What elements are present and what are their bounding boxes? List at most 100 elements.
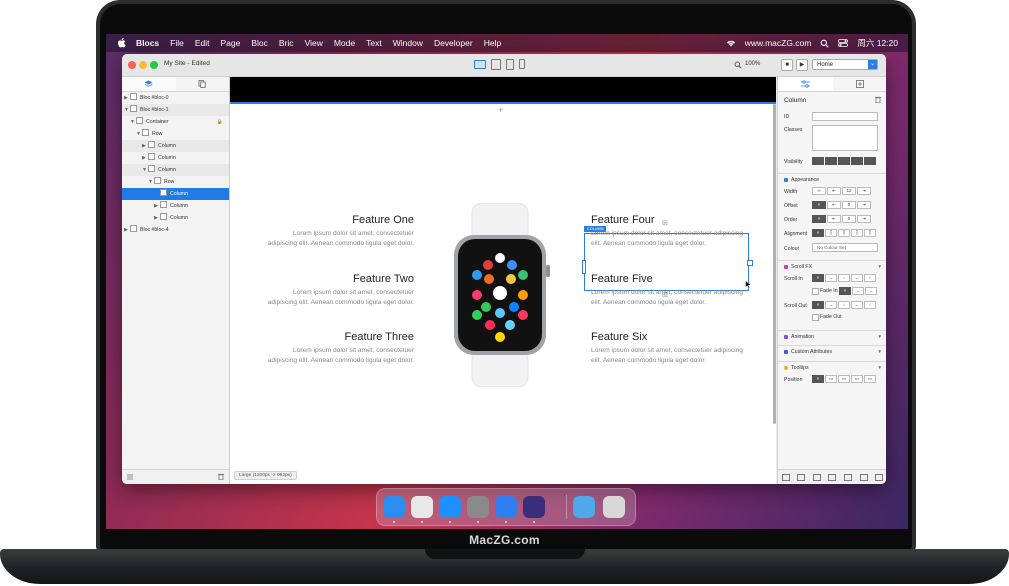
menu-file[interactable]: File [170, 38, 184, 48]
section-animation[interactable]: Animation ▼ [778, 330, 886, 343]
menu-developer[interactable]: Developer [434, 38, 473, 48]
minimize-button[interactable] [139, 61, 147, 69]
feature-two-text[interactable]: Lorem ipsum dolor sit amet, consectetuer… [262, 288, 414, 308]
launchpad-icon[interactable] [411, 496, 433, 518]
list-icon[interactable] [127, 474, 133, 480]
menu-bloc[interactable]: Bloc [251, 38, 268, 48]
layer-row[interactable]: ▶ Column [122, 152, 229, 164]
menubar-clock[interactable]: 周六 12:20 [857, 37, 898, 49]
wifi-icon[interactable] [726, 39, 736, 47]
safari-icon[interactable] [439, 496, 461, 518]
feature-two-title[interactable]: Feature Two [353, 273, 414, 285]
footer-link-icon[interactable] [781, 473, 790, 481]
nav-bloc[interactable] [230, 77, 776, 104]
tab-inspector[interactable] [778, 77, 833, 91]
layer-row[interactable]: ▶ Bloc #bloc-0 [122, 92, 229, 104]
fade-in-checkbox[interactable] [812, 288, 819, 295]
feature-one-title[interactable]: Feature One [352, 214, 414, 226]
layer-row[interactable]: Column [122, 188, 229, 200]
fade-in-control[interactable]: × ↔ ↔ [839, 287, 878, 295]
feature-three-title[interactable]: Feature Three [344, 331, 414, 343]
search-icon[interactable] [820, 39, 829, 48]
footer-code-icon[interactable] [875, 473, 884, 481]
feature-three-text[interactable]: Lorem ipsum dolor sit amet, consectetuer… [262, 346, 414, 366]
mail-icon[interactable] [495, 496, 517, 518]
tooltip-position-control[interactable]: × ▭ ▭ ▭ ▭ [812, 375, 877, 383]
menu-page[interactable]: Page [221, 38, 241, 48]
tab-add[interactable] [833, 77, 887, 91]
layer-row[interactable]: ▶ Column [122, 200, 229, 212]
footer-list-icon[interactable] [828, 473, 837, 481]
lock-icon[interactable]: 🔒 [217, 116, 223, 128]
feature-four-title[interactable]: Feature Four [591, 214, 655, 226]
layer-row[interactable]: ▼ Bloc #bloc-1 [122, 104, 229, 116]
scroll-in-control[interactable]: × → ↓ ← ↑ [812, 274, 877, 282]
classes-field[interactable] [812, 125, 878, 151]
menu-edit[interactable]: Edit [195, 38, 210, 48]
menu-text[interactable]: Text [366, 38, 382, 48]
menu-view[interactable]: View [305, 38, 323, 48]
footer-box-icon[interactable] [844, 473, 853, 481]
feature-five-text[interactable]: Lorem ipsum dolor sit amet, consectetuer… [591, 288, 746, 308]
apple-watch-image[interactable] [450, 203, 550, 387]
section-custom-attributes[interactable]: Custom Attributes ▼ [778, 345, 886, 358]
layer-row[interactable]: ▼ Row [122, 128, 229, 140]
offset-control[interactable]: × ⇤ 0 ⇥ [812, 201, 872, 209]
width-control[interactable]: ∞ ⇤ 12 ⇥ [812, 187, 872, 195]
zoom-level[interactable]: 100% [745, 61, 760, 67]
menu-window[interactable]: Window [393, 38, 423, 48]
design-canvas[interactable]: + Feature One Lorem ipsum dolor sit amet… [230, 77, 776, 484]
control-center-icon[interactable] [838, 39, 849, 47]
trash-icon[interactable] [218, 473, 224, 480]
section-scroll-fx[interactable]: Scroll FX ▼ [778, 260, 886, 273]
menu-help[interactable]: Help [484, 38, 501, 48]
menu-app-blocs[interactable]: Blocs [136, 38, 159, 48]
laptop-icon[interactable] [491, 59, 501, 70]
menu-bric[interactable]: Bric [279, 38, 294, 48]
stop-button[interactable]: ■ [781, 59, 793, 71]
fade-out-checkbox[interactable] [812, 314, 819, 321]
layer-row[interactable]: ▶ Column [122, 140, 229, 152]
layer-row[interactable]: ▼ Row [122, 176, 229, 188]
resize-handle-left[interactable] [582, 260, 586, 274]
finder-icon[interactable] [383, 496, 405, 518]
desktop-icon[interactable] [474, 60, 486, 69]
id-field[interactable] [812, 112, 878, 121]
layer-row[interactable]: ▼ Column [122, 164, 229, 176]
feature-one-text[interactable]: Lorem ipsum dolor sit amet, consectetuer… [262, 229, 414, 249]
blocs-icon[interactable] [523, 496, 545, 518]
breakpoint-label[interactable]: Large (1200px -> 992px) [234, 471, 297, 480]
menu-mode[interactable]: Mode [334, 38, 355, 48]
canvas-scrollbar[interactable] [773, 104, 776, 424]
page-select[interactable]: Home ⌄ [812, 59, 878, 70]
feature-six-title[interactable]: Feature Six [591, 331, 647, 343]
footer-layout-icon[interactable] [812, 473, 821, 481]
close-button[interactable] [128, 61, 136, 69]
feature-five-title[interactable]: Feature Five [591, 273, 653, 285]
feature-six-text[interactable]: Lorem ipsum dolor sit amet, consectetuer… [591, 346, 746, 366]
colour-field[interactable]: No Colour Set [812, 243, 878, 252]
maximize-button[interactable] [150, 61, 158, 69]
order-control[interactable]: × ⇤ 0 ⇥ [812, 215, 872, 223]
folder-icon[interactable] [573, 496, 595, 518]
footer-grid-icon[interactable] [797, 473, 806, 481]
scroll-out-control[interactable]: × → ↓ ← ↑ [812, 301, 877, 309]
trash-icon[interactable] [603, 496, 625, 518]
tablet-icon[interactable] [506, 59, 514, 70]
layer-row[interactable]: ▶ Bloc #bloc-4 [122, 224, 229, 236]
preview-play-button[interactable]: ▶ [796, 59, 808, 71]
tab-layers[interactable] [122, 77, 176, 91]
apple-icon[interactable] [116, 37, 128, 49]
zoom-search-icon[interactable] [734, 61, 742, 69]
footer-page-icon[interactable] [859, 473, 868, 481]
delete-icon[interactable] [875, 96, 881, 103]
resize-handle-right[interactable] [747, 260, 753, 266]
tab-pages[interactable] [176, 77, 230, 91]
phone-icon[interactable] [519, 59, 525, 69]
layer-row[interactable]: ▶ Column [122, 212, 229, 224]
visibility-toggles[interactable] [812, 157, 877, 165]
layer-row[interactable]: ▼ Container 🔒 [122, 116, 229, 128]
section-appearance[interactable]: Appearance [778, 173, 886, 186]
add-above-icon[interactable]: ⊞ [662, 219, 668, 227]
add-bloc-icon[interactable]: + [498, 105, 503, 115]
